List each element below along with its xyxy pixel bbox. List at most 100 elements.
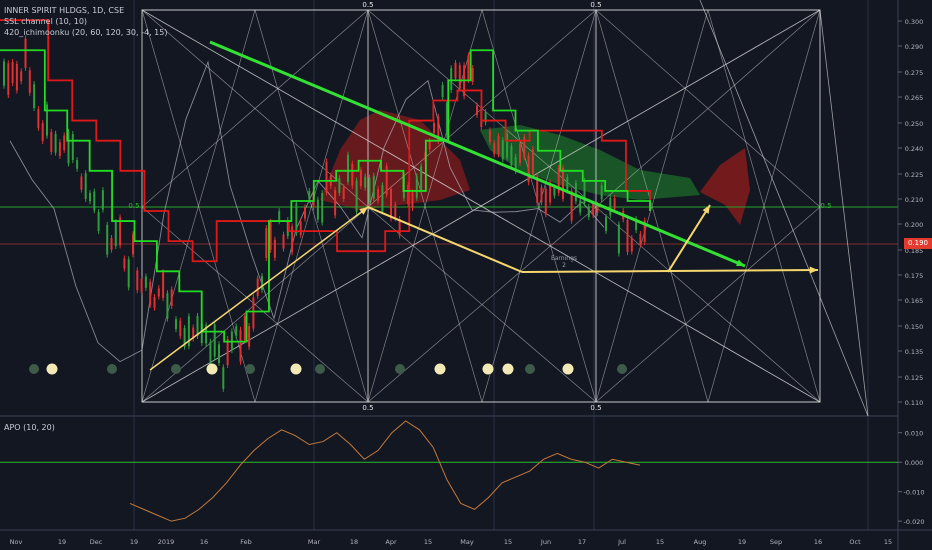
price-tick-label: 0.110 — [905, 399, 924, 407]
candle-body — [605, 217, 607, 231]
chart-canvas[interactable]: 0.5 0.5 0.5 0.5 0.5 0.5 Earnings2 0.300 0.290 0.… — [0, 0, 932, 550]
candle-body — [476, 105, 478, 115]
candle-body — [394, 204, 397, 219]
gann-level-label: 0.5 — [128, 202, 139, 210]
price-tick-label: 0.275 — [905, 69, 924, 77]
candle-body — [342, 187, 345, 200]
candle-body — [20, 71, 23, 82]
candle-body — [24, 38, 27, 68]
candle-body — [299, 221, 302, 236]
candle-body — [114, 222, 117, 247]
time-tick-label: 15 — [504, 538, 512, 546]
candle-body — [179, 320, 182, 337]
time-tick-label: 18 — [350, 538, 358, 546]
candle-body — [316, 199, 319, 220]
candle-body — [239, 329, 242, 362]
candle-body — [600, 185, 603, 200]
price-tick-label: 0.165 — [905, 297, 924, 305]
new-moon-icon — [395, 364, 405, 374]
candle-body — [592, 204, 595, 215]
candle-body — [71, 134, 74, 161]
time-tick-label: May — [460, 538, 474, 546]
candle-body — [617, 224, 620, 254]
new-moon-icon — [107, 364, 117, 374]
candle-body — [153, 297, 156, 308]
candle-body — [377, 189, 380, 201]
candle-body — [553, 187, 556, 196]
candle-body — [162, 272, 165, 299]
price-tick-label: 0.150 — [905, 323, 924, 331]
time-tick-label: Oct — [849, 538, 861, 546]
candle-body — [46, 104, 48, 136]
candle-body — [33, 84, 36, 109]
ichimoku-indicator-label[interactable]: 420_ichimoonku (20, 60, 120, 30, -4, 15) — [4, 28, 167, 38]
candle-body — [609, 197, 612, 216]
candle-body — [471, 67, 474, 82]
current-price-badge: 0.190 — [904, 238, 932, 249]
candle-body — [127, 259, 130, 288]
price-tick-label: 0.135 — [905, 348, 924, 356]
candle-body — [58, 142, 61, 156]
candle-body — [93, 191, 96, 211]
gann-level-label: 0.5 — [590, 1, 601, 9]
candle-body — [308, 191, 311, 200]
candle-body — [630, 238, 633, 252]
full-moon-icon — [434, 363, 446, 375]
candle-body — [639, 233, 642, 245]
candle-body — [261, 276, 263, 290]
candle-body — [235, 326, 238, 336]
price-tick-label: 0.290 — [905, 43, 924, 51]
candle-body — [441, 84, 444, 97]
price-tick-label: 0.250 — [905, 120, 924, 128]
candle-body — [291, 226, 294, 253]
candle-body — [325, 161, 328, 193]
candle-body — [334, 189, 337, 216]
candle-body — [166, 293, 169, 319]
price-tick-label: 0.210 — [905, 196, 924, 204]
candle-body — [213, 324, 216, 357]
candle-body — [175, 319, 177, 330]
candle-body — [41, 123, 44, 142]
candle-body — [243, 316, 246, 341]
candle-body — [15, 63, 18, 91]
time-tick-label: 16 — [814, 538, 822, 546]
full-moon-icon — [290, 363, 302, 375]
time-tick-label: Aug — [694, 538, 707, 546]
ssl-indicator-label[interactable]: SSL channel (10, 10) — [4, 17, 87, 27]
price-tick-label: 0.225 — [905, 171, 924, 179]
new-moon-icon — [29, 364, 39, 374]
candle-body — [54, 133, 57, 153]
price-tick-label: 0.200 — [905, 221, 924, 229]
candle-body — [252, 297, 255, 329]
candle-body — [248, 326, 251, 347]
full-moon-icon — [206, 363, 218, 375]
time-tick-label: 19 — [130, 538, 138, 546]
candle-body — [11, 61, 14, 84]
candle-body — [273, 239, 276, 258]
time-tick-label: 17 — [578, 538, 586, 546]
candle-body — [467, 55, 470, 80]
candle-body — [3, 61, 5, 86]
full-moon-icon — [482, 363, 494, 375]
candle-body — [488, 130, 491, 142]
candle-body — [295, 203, 298, 233]
candle-body — [347, 154, 349, 182]
candle-body — [269, 221, 272, 250]
earnings-count: 2 — [562, 262, 566, 269]
new-moon-icon — [315, 364, 325, 374]
apo-indicator-label[interactable]: APO (10, 20) — [4, 423, 55, 432]
time-tick-label: 19 — [738, 538, 746, 546]
candle-body — [531, 149, 534, 175]
candle-body — [458, 65, 461, 89]
time-tick-label: Jul — [617, 538, 626, 546]
candle-body — [321, 193, 324, 223]
gann-level-label: 0.5 — [590, 404, 601, 412]
candle-body — [140, 278, 143, 293]
candle-body — [7, 63, 10, 96]
price-tick-label: 0.125 — [905, 374, 924, 382]
candle-body — [497, 136, 500, 155]
candle-body — [256, 278, 259, 297]
candle-body — [80, 176, 83, 190]
gann-level-label: 0.5 — [820, 202, 831, 210]
candle-body — [454, 62, 457, 79]
